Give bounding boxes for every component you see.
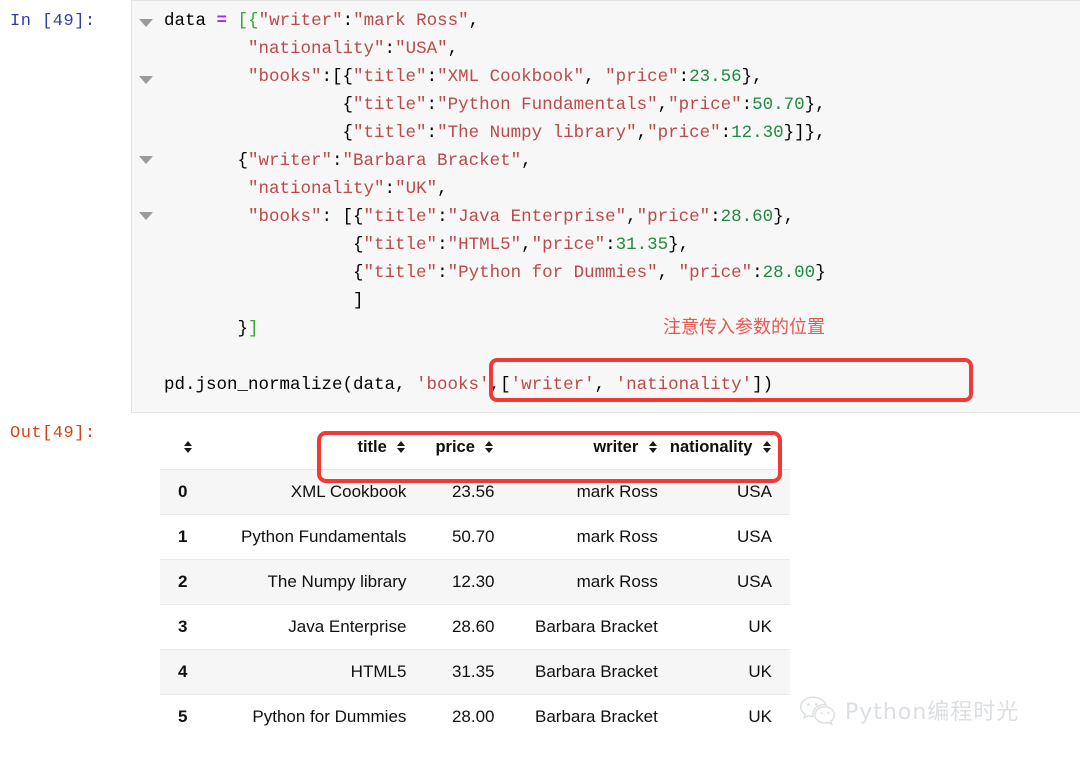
table-row: 1 Python Fundamentals 50.70 mark Ross US… [160, 514, 790, 560]
cell-title: Python Fundamentals [208, 514, 413, 560]
cell-price: 12.30 [412, 559, 501, 605]
table-row: 4 HTML5 31.35 Barbara Bracket UK [160, 649, 790, 695]
column-header-nationality-label: nationality [669, 438, 753, 456]
cell-price: 23.56 [412, 469, 501, 515]
sort-updown-icon[interactable] [184, 440, 193, 453]
table-row: 2 The Numpy library 12.30 mark Ross USA [160, 559, 790, 605]
column-header-title[interactable]: title [208, 428, 413, 470]
annotation-note: 注意传入参数的位置 [663, 317, 825, 338]
cell-index: 5 [160, 694, 209, 739]
input-prompt-label: In [49]: [10, 12, 96, 31]
table-body: 0 XML Cookbook 23.56 mark Ross USA 1 Pyt… [160, 469, 790, 739]
cell-index: 4 [160, 649, 209, 695]
sort-updown-icon[interactable] [397, 440, 406, 453]
column-header-price-label: price [435, 438, 475, 456]
watermark-label: Python编程时光 [845, 700, 1020, 725]
table-header-row: title price writer nationality [160, 428, 790, 470]
column-header-nationality[interactable]: nationality [663, 428, 790, 470]
cell-price: 50.70 [412, 514, 501, 560]
cell-index: 3 [160, 604, 209, 650]
cell-nationality: UK [663, 649, 790, 695]
table-row: 5 Python for Dummies 28.00 Barbara Brack… [160, 694, 790, 739]
cell-title: XML Cookbook [208, 469, 413, 515]
cell-writer: mark Ross [500, 559, 664, 605]
cell-index: 1 [160, 514, 209, 560]
cell-nationality: UK [663, 604, 790, 650]
column-header-writer-label: writer [593, 438, 639, 456]
cell-index: 0 [160, 469, 209, 515]
output-prompt-label: Out[49]: [10, 424, 96, 443]
notebook-input-cell: In [49]: data = [{"writer":"mark Ross", … [0, 0, 1080, 413]
triangle-down-icon[interactable] [139, 76, 153, 84]
cell-price: 28.00 [412, 694, 501, 739]
cell-title: The Numpy library [208, 559, 413, 605]
cell-writer: Barbara Bracket [500, 604, 664, 650]
code-collapse-gutter[interactable] [131, 0, 161, 413]
table-row: 0 XML Cookbook 23.56 mark Ross USA [160, 469, 790, 515]
sort-updown-icon[interactable] [648, 440, 658, 453]
notebook-output-cell: title price writer nationality 0 XML Coo… [160, 428, 790, 739]
cell-nationality: UK [663, 694, 790, 739]
cell-title: Java Enterprise [208, 604, 413, 650]
table-header: title price writer nationality [160, 428, 790, 470]
column-header-writer[interactable]: writer [500, 428, 664, 470]
cell-title: Python for Dummies [208, 694, 413, 739]
column-header-title-label: title [357, 438, 387, 456]
cell-nationality: USA [663, 514, 790, 560]
cell-writer: Barbara Bracket [500, 694, 664, 739]
column-header-price[interactable]: price [412, 428, 501, 470]
column-header-index[interactable] [160, 428, 209, 470]
dataframe-table: title price writer nationality 0 XML Coo… [160, 428, 790, 739]
sort-updown-icon[interactable] [485, 440, 494, 453]
triangle-down-icon[interactable] [139, 156, 153, 164]
watermark: Python编程时光 [798, 694, 1019, 726]
triangle-down-icon[interactable] [139, 212, 153, 220]
cell-index: 2 [160, 559, 209, 605]
wechat-icon [799, 696, 836, 726]
code-source: data = [{"writer":"mark Ross", "national… [164, 11, 826, 395]
cell-price: 31.35 [412, 649, 501, 695]
code-editor[interactable]: data = [{"writer":"mark Ross", "national… [160, 0, 1080, 413]
argument-highlight-box [489, 358, 973, 402]
cell-title: HTML5 [208, 649, 413, 695]
table-row: 3 Java Enterprise 28.60 Barbara Bracket … [160, 604, 790, 650]
triangle-down-icon[interactable] [139, 19, 153, 27]
cell-nationality: USA [663, 469, 790, 515]
cell-writer: mark Ross [500, 514, 664, 560]
sort-updown-icon[interactable] [763, 440, 772, 453]
cell-nationality: USA [663, 559, 790, 605]
cell-writer: mark Ross [500, 469, 664, 515]
cell-writer: Barbara Bracket [500, 649, 664, 695]
cell-price: 28.60 [412, 604, 501, 650]
